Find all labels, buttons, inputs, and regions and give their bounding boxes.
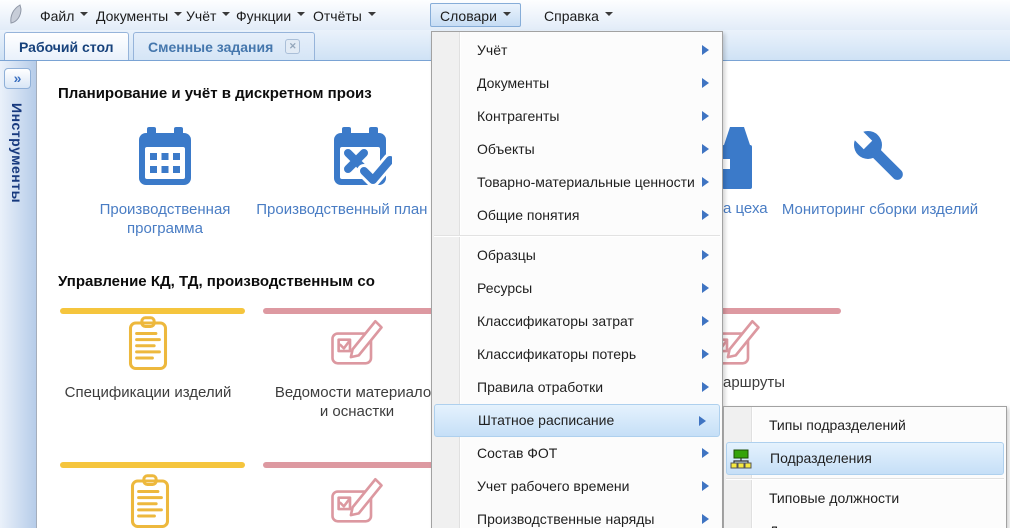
menu-help[interactable]: Справка: [534, 3, 623, 27]
tools-sidebar: » Инструменты: [0, 61, 37, 528]
submenu-arrow-icon: [702, 514, 714, 524]
submenu-arrow-icon: [702, 349, 714, 359]
accent-bar-yellow: [60, 308, 245, 314]
submenu-arrow-icon: [702, 177, 714, 187]
tab-label: Рабочий стол: [19, 39, 114, 55]
menu-item-documents[interactable]: Документы: [432, 67, 722, 100]
tab-desktop[interactable]: Рабочий стол: [4, 32, 129, 60]
submenu-arrow-icon: [702, 111, 714, 121]
menu-functions[interactable]: Функции: [226, 3, 315, 27]
menu-item-working-time[interactable]: Учет рабочего времени: [432, 470, 722, 503]
menu-item-processing-rules[interactable]: Правила отработки: [432, 371, 722, 404]
menu-reports[interactable]: Отчёты: [303, 3, 386, 27]
document-pen-icon: [329, 316, 385, 372]
sidebar-title: Инструменты: [9, 103, 25, 203]
submenu-arrow-icon: [702, 144, 714, 154]
submenu-arrow-icon: [702, 316, 714, 326]
menu-separator: [724, 475, 1006, 482]
caret-down-icon: [503, 12, 511, 20]
submenu-arrow-icon: [702, 45, 714, 55]
submenu-arrow-icon: [702, 210, 714, 220]
menu-item-departments[interactable]: Подразделения: [726, 442, 1004, 475]
accent-bar-pink: [263, 462, 448, 468]
calendar-icon: [133, 125, 197, 189]
app-logo-icon: [8, 4, 24, 25]
shortcut-label: Производственная программа: [60, 200, 270, 238]
calendar-check-icon: [328, 125, 392, 189]
submenu-arrow-icon: [699, 416, 711, 426]
shortcut-label-fragment[interactable]: а цеха: [723, 200, 768, 217]
expand-sidebar-button[interactable]: »: [4, 68, 31, 89]
accent-bar-pink: [263, 308, 448, 314]
caret-down-icon: [368, 12, 376, 20]
shortcut-label-fragment[interactable]: аршруты: [723, 374, 785, 391]
menu-item-inventory[interactable]: Товарно-материальные ценности: [432, 166, 722, 199]
menu-item-payroll-composition[interactable]: Состав ФОТ: [432, 437, 722, 470]
menu-item-typical-positions[interactable]: Типовые должности: [724, 482, 1006, 515]
menu-item-loss-classifiers[interactable]: Классификаторы потерь: [432, 338, 722, 371]
submenu-arrow-icon: [702, 250, 714, 260]
menu-item-objects[interactable]: Объекты: [432, 133, 722, 166]
shortcut-label: Мониторинг сборки изделий: [775, 200, 985, 219]
wrench-icon: [848, 125, 912, 189]
menu-separator: [432, 232, 722, 239]
menu-bar: Файл Документы Учёт Функции Отчёты Слова…: [0, 0, 1010, 30]
submenu-arrow-icon: [702, 382, 714, 392]
section-title-management: Управление КД, ТД, производственным со: [58, 273, 375, 290]
caret-down-icon: [605, 12, 613, 20]
submenu-arrow-icon: [702, 78, 714, 88]
staffing-submenu: Типы подразделений Подразделения Типовые…: [723, 406, 1007, 528]
shortcut-production-program[interactable]: Производственная программа: [60, 125, 270, 238]
menu-item-samples[interactable]: Образцы: [432, 239, 722, 272]
submenu-arrow-icon: [702, 481, 714, 491]
menu-item-resources[interactable]: Ресурсы: [432, 272, 722, 305]
menu-item-cost-classifiers[interactable]: Классификаторы затрат: [432, 305, 722, 338]
org-chart-icon: [730, 449, 752, 469]
shortcut-product-specifications[interactable]: Спецификации изделий: [40, 316, 256, 402]
section-title-planning: Планирование и учёт в дискретном произ: [58, 85, 372, 102]
clipboard-icon: [122, 474, 178, 528]
menu-dictionaries[interactable]: Словари: [430, 3, 521, 27]
shortcut-label: Спецификации изделий: [40, 383, 256, 402]
close-icon[interactable]: ✕: [285, 39, 300, 54]
submenu-arrow-icon: [702, 283, 714, 293]
menu-item-positions[interactable]: Должности: [724, 515, 1006, 528]
tab-label: Сменные задания: [148, 39, 273, 55]
menu-item-accounting[interactable]: Учёт: [432, 34, 722, 67]
menu-item-production-orders[interactable]: Производственные наряды: [432, 503, 722, 528]
tab-shift-tasks[interactable]: Сменные задания ✕: [133, 32, 315, 60]
shortcut-assembly-monitoring[interactable]: Мониторинг сборки изделий: [775, 125, 985, 219]
document-pen-icon: [329, 474, 385, 528]
accent-bar-yellow: [60, 462, 245, 468]
menu-item-counterparties[interactable]: Контрагенты: [432, 100, 722, 133]
dictionaries-dropdown-menu: Учёт Документы Контрагенты Объекты Товар…: [431, 31, 723, 528]
menu-item-general-concepts[interactable]: Общие понятия: [432, 199, 722, 232]
clipboard-icon: [120, 316, 176, 372]
menu-item-department-types[interactable]: Типы подразделений: [724, 409, 1006, 442]
menu-item-staffing[interactable]: Штатное расписание: [434, 404, 720, 437]
submenu-arrow-icon: [702, 448, 714, 458]
